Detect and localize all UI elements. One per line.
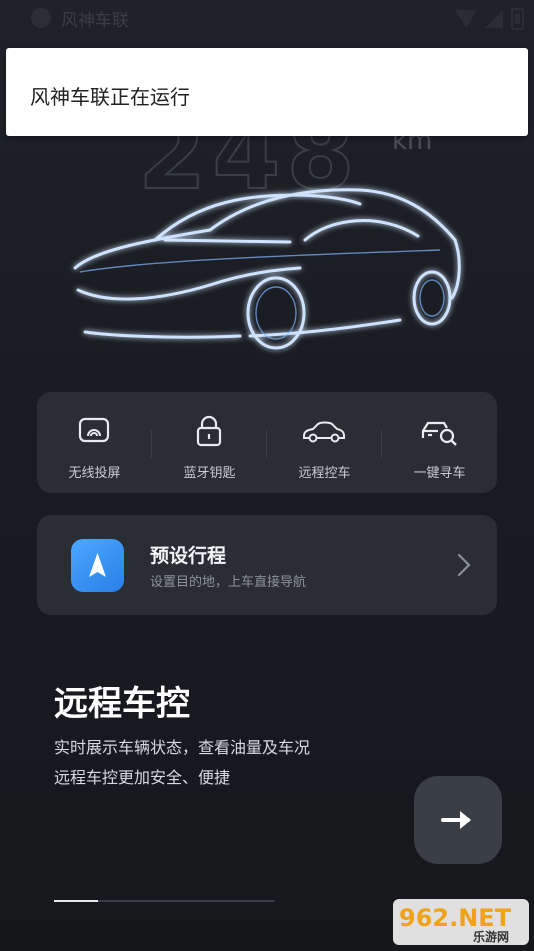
running-notification[interactable]: 风神车联正在运行 bbox=[6, 48, 528, 136]
quick-action-remote-control[interactable]: 远程控车 bbox=[267, 392, 382, 493]
pager-progress-fill bbox=[54, 900, 99, 902]
navigation-arrow-icon bbox=[89, 553, 106, 577]
notification-text: 风神车联正在运行 bbox=[30, 85, 190, 109]
quick-actions-card: 无线投屏 蓝牙钥匙 远程控车 一键寻车 bbox=[37, 392, 497, 493]
navigation-icon-tile bbox=[71, 539, 124, 592]
quick-action-find-car[interactable]: 一键寻车 bbox=[382, 392, 497, 493]
feature-description-line1: 实时展示车辆状态，查看油量及车况 bbox=[54, 738, 311, 757]
chevron-right-icon bbox=[457, 553, 471, 577]
cell-signal-icon bbox=[485, 10, 503, 28]
app-status-icon bbox=[31, 8, 51, 28]
watermark-sub: 乐游网 bbox=[473, 929, 509, 944]
wifi-icon bbox=[455, 10, 477, 28]
quick-action-label: 一键寻车 bbox=[413, 466, 466, 481]
quick-action-label: 无线投屏 bbox=[68, 466, 121, 481]
quick-action-label: 蓝牙钥匙 bbox=[183, 466, 236, 481]
find-car-icon bbox=[421, 421, 457, 446]
next-button[interactable] bbox=[414, 776, 502, 864]
car-illustration bbox=[73, 188, 461, 350]
feature-title: 远程车控 bbox=[54, 684, 190, 724]
site-watermark-logo: 962.NET 乐游网 bbox=[393, 899, 529, 945]
arrow-right-icon bbox=[441, 811, 471, 829]
quick-action-bluetooth-key[interactable]: 蓝牙钥匙 bbox=[152, 392, 267, 493]
lock-icon bbox=[196, 415, 222, 447]
system-status-icons bbox=[455, 8, 524, 30]
preset-trip-card[interactable]: 预设行程 设置目的地，上车直接导航 bbox=[37, 515, 497, 615]
cast-screen-icon bbox=[78, 417, 110, 443]
pager-progress-track bbox=[54, 900, 275, 902]
quick-action-label: 远程控车 bbox=[298, 466, 351, 481]
feature-description-line2: 远程车控更加安全、便捷 bbox=[54, 768, 231, 787]
car-icon bbox=[303, 421, 345, 443]
watermark-brand: 962.NET bbox=[399, 904, 512, 932]
trip-subtitle: 设置目的地，上车直接导航 bbox=[150, 575, 307, 590]
battery-icon bbox=[511, 8, 524, 30]
status-bar: 风神车联 bbox=[0, 0, 534, 36]
trip-title: 预设行程 bbox=[150, 545, 227, 567]
quick-action-wireless-cast[interactable]: 无线投屏 bbox=[37, 392, 152, 493]
status-app-title: 风神车联 bbox=[61, 11, 129, 31]
